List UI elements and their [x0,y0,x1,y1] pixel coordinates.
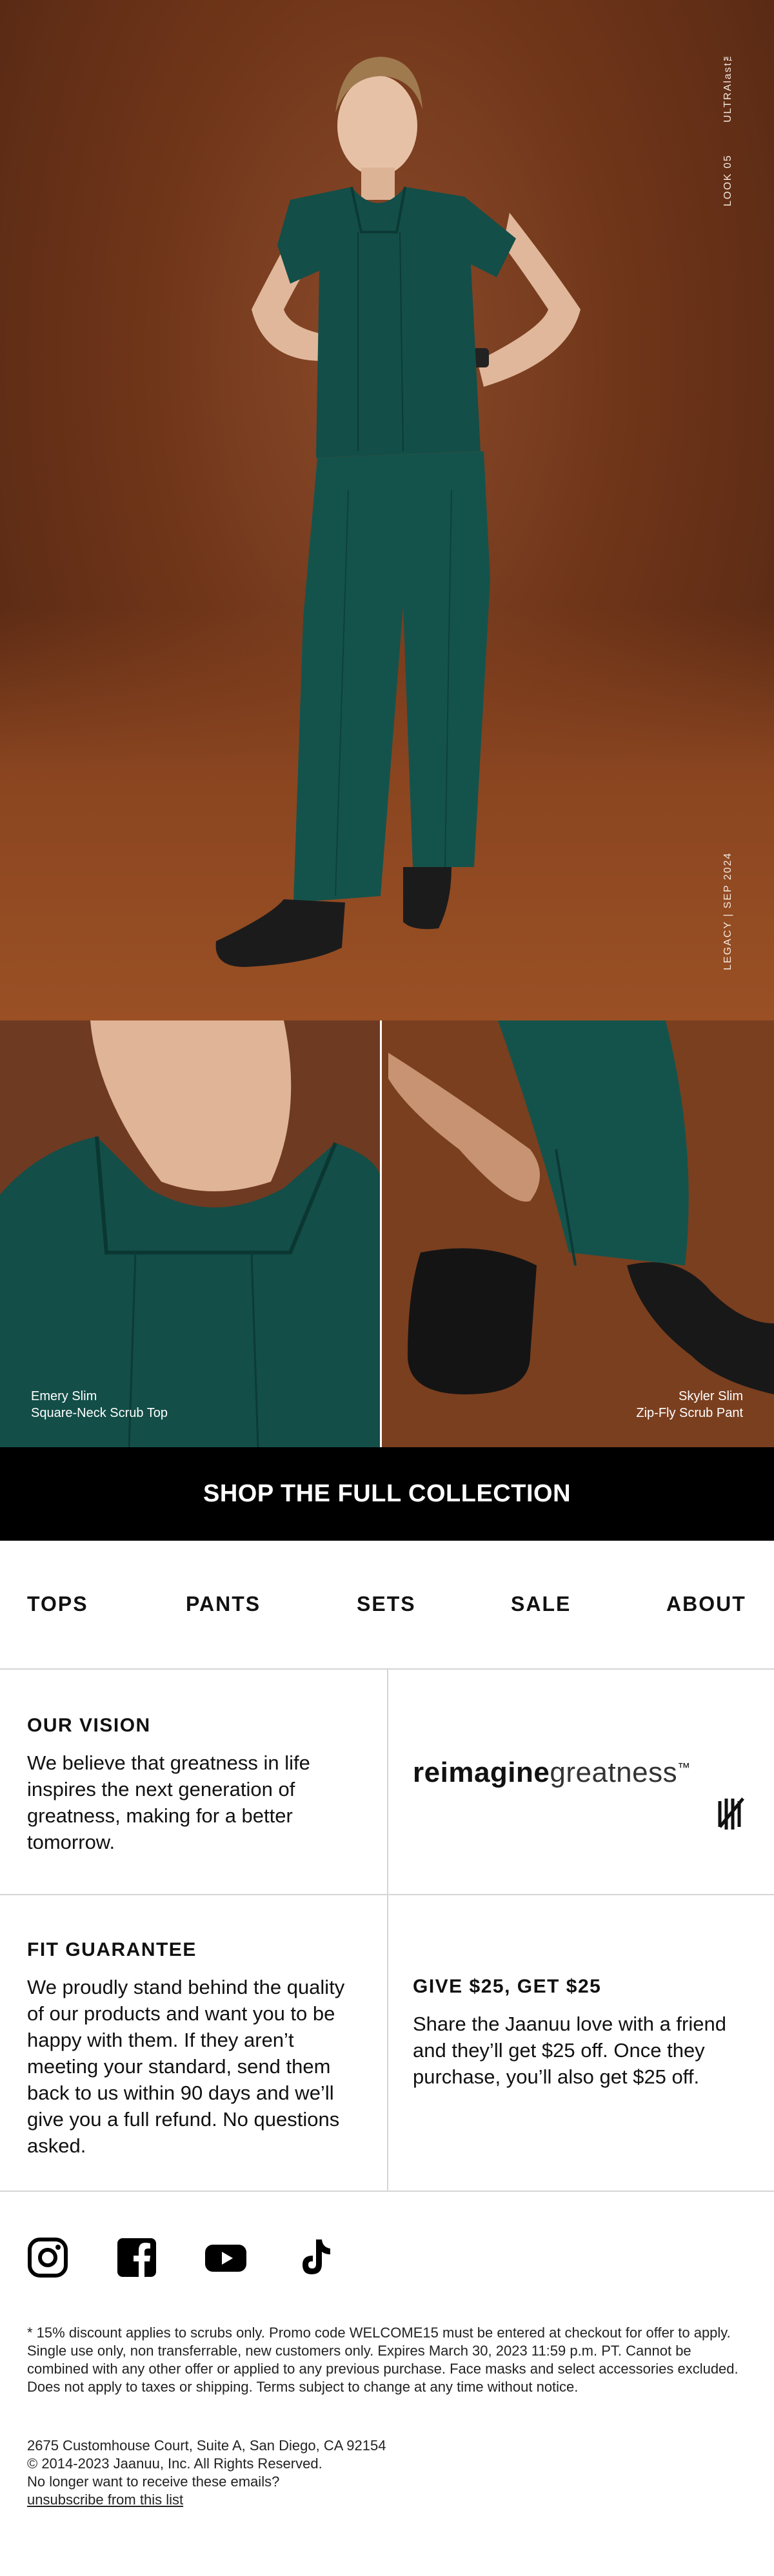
brand-tm: ™ [677,1761,691,1775]
brand-word-light: greatness [550,1757,678,1788]
divider-vertical-1 [387,1670,388,1895]
referral-title: GIVE $25, GET $25 [413,1976,602,1997]
unsubscribe-question: No longer want to receive these emails? [27,2474,280,2490]
skyler-pant-photo[interactable]: Skyler Slim Zip-Fly Scrub Pant [382,1020,774,1447]
nav-sale[interactable]: SALE [511,1592,571,1616]
vertical-label-legacy: LEGACY | SEP 2024 [722,852,733,970]
vertical-label-look: LOOK 05 [722,154,733,206]
vision-body: We believe that greatness in life inspir… [27,1751,310,1853]
skyler-caption-name: Skyler Slim [678,1389,743,1403]
fit-title: FIT GUARANTEE [27,1939,197,1960]
nav-pants[interactable]: PANTS [186,1592,261,1616]
vision-title: OUR VISION [27,1715,151,1736]
unsubscribe-link[interactable]: unsubscribe from this list [27,2492,183,2508]
vertical-label-ultralast: ULTRAlast™ [722,49,733,122]
tiktok-icon[interactable] [294,2237,335,2278]
reimagine-greatness-logo: reimaginegreatness™ [413,1757,691,1789]
hero-image[interactable]: ULTRAlast™ LOOK 05 LEGACY | SEP 2024 [0,0,774,1020]
skyler-caption: Skyler Slim Zip-Fly Scrub Pant [636,1388,743,1421]
shop-collection-button[interactable]: SHOP THE FULL COLLECTION [0,1447,774,1541]
emery-caption-name: Emery Slim [31,1389,97,1403]
instagram-icon[interactable] [27,2237,68,2278]
copyright: © 2014-2023 Jaanuu, Inc. All Rights Rese… [27,2455,322,2472]
skyler-pant-illustration [382,1020,774,1447]
jaanuu-monogram-icon [718,1797,744,1830]
footer-address-block: 2675 Customhouse Court, Suite A, San Die… [27,2437,386,2509]
shop-collection-label: SHOP THE FULL COLLECTION [203,1480,571,1507]
emery-caption-product: Square-Neck Scrub Top [31,1406,168,1420]
fit-body: We proudly stand behind the quality of o… [27,1976,345,2157]
emery-top-illustration [0,1020,380,1447]
emery-caption: Emery Slim Square-Neck Scrub Top [31,1388,168,1421]
nav-about[interactable]: ABOUT [666,1592,746,1616]
nav-tops[interactable]: TOPS [27,1592,88,1616]
referral-body: Share the Jaanuu love with a friend and … [413,2013,726,2088]
referral-section[interactable]: GIVE $25, GET $25 Share the Jaanuu love … [413,1976,748,2090]
skyler-caption-product: Zip-Fly Scrub Pant [636,1406,743,1420]
promo-disclaimer: * 15% discount applies to scrubs only. P… [27,2325,739,2395]
vision-section: OUR VISION We believe that greatness in … [27,1715,362,1855]
brand-word-bold: reimagine [413,1757,550,1788]
divider-vertical-2 [387,1895,388,2192]
youtube-icon[interactable] [205,2237,246,2278]
company-address: 2675 Customhouse Court, Suite A, San Die… [27,2437,386,2454]
footer-nav: TOPS PANTS SETS SALE ABOUT [0,1541,774,1670]
facebook-icon[interactable] [116,2237,157,2278]
fit-guarantee-section: FIT GUARANTEE We proudly stand behind th… [27,1939,362,2159]
emery-top-photo[interactable]: Emery Slim Square-Neck Scrub Top [0,1020,380,1447]
divider-horizontal-2 [0,2191,774,2192]
nav-sets[interactable]: SETS [357,1592,416,1616]
